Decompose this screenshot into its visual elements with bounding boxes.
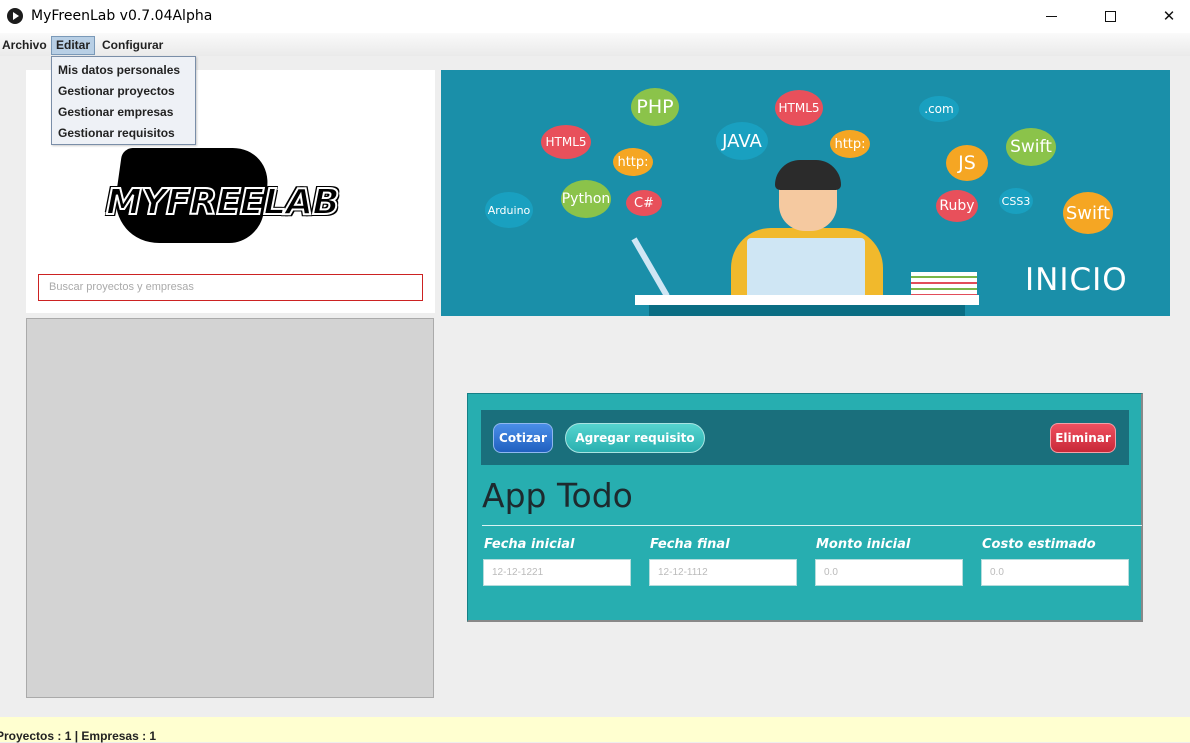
close-button[interactable]: ✕ (1146, 0, 1190, 32)
tag-swift: Swift (1006, 128, 1056, 166)
menu-archivo[interactable]: Archivo (0, 36, 51, 55)
search-input[interactable]: Buscar proyectos y empresas (38, 274, 423, 301)
tag-ruby: Ruby (936, 190, 978, 222)
menu-item-mis-datos[interactable]: Mis datos personales (52, 60, 195, 81)
tag-js: JS (946, 145, 988, 181)
tag-com: .com (919, 96, 959, 122)
tag-swift: Swift (1063, 192, 1113, 234)
minimize-icon (1045, 15, 1057, 17)
maximize-button[interactable] (1087, 0, 1133, 32)
tag-csharp: C# (626, 190, 662, 216)
menu-configurar[interactable]: Configurar (98, 36, 167, 55)
status-bar: Proyectos : 1 | Empresas : 1 (0, 717, 1190, 743)
fecha-inicial-label: Fecha inicial (484, 537, 575, 552)
tag-html5: HTML5 (541, 125, 591, 159)
menu-editar[interactable]: Editar (51, 36, 96, 55)
app-logo-icon (7, 8, 23, 24)
menu-item-gestionar-requisitos[interactable]: Gestionar requisitos (52, 123, 195, 144)
editar-dropdown-menu: Mis datos personales Gestionar proyectos… (51, 56, 196, 145)
tag-arduino: Arduino (485, 192, 533, 228)
books-illustration (911, 272, 977, 296)
fecha-final-label: Fecha final (650, 537, 730, 552)
minimize-button[interactable] (1028, 0, 1074, 32)
banner-title: INICIO (1025, 262, 1128, 298)
maximize-icon (1104, 10, 1116, 22)
myfreelab-logo: MYFREELAB (105, 181, 341, 224)
tag-http: http: (613, 148, 653, 176)
lamp-illustration (631, 237, 670, 298)
project-card: Cotizar Agregar requisito Eliminar App T… (467, 393, 1143, 622)
desk-front-illustration (649, 305, 965, 316)
tag-html5: HTML5 (775, 90, 823, 126)
close-icon: ✕ (1162, 8, 1176, 25)
tag-php: PHP (631, 88, 679, 126)
desk-illustration (635, 295, 979, 305)
eliminar-button[interactable]: Eliminar (1050, 423, 1116, 453)
fecha-final-field[interactable]: 12-12-1112 (649, 559, 797, 586)
tag-css3: CSS3 (999, 188, 1033, 214)
menu-bar: Archivo Editar Configurar (0, 33, 1190, 56)
monto-inicial-label: Monto inicial (816, 537, 911, 552)
divider (482, 525, 1142, 526)
tag-java: JAVA (716, 122, 768, 160)
title-bar: MyFreenLab v0.7.04Alpha ✕ (0, 0, 1190, 33)
costo-estimado-label: Costo estimado (982, 537, 1096, 552)
person-hair-illustration (775, 160, 841, 190)
cotizar-button[interactable]: Cotizar (493, 423, 553, 453)
status-text: Proyectos : 1 | Empresas : 1 (0, 729, 157, 743)
project-title: App Todo (482, 476, 633, 515)
agregar-requisito-button[interactable]: Agregar requisito (565, 423, 705, 453)
tag-python: Python (561, 180, 611, 218)
inicio-banner: PHP HTML5 JAVA HTML5 http: http: Python … (441, 70, 1170, 316)
menu-item-gestionar-empresas[interactable]: Gestionar empresas (52, 102, 195, 123)
tag-http: http: (830, 130, 870, 158)
window-title: MyFreenLab v0.7.04Alpha (31, 8, 213, 24)
monto-inicial-field[interactable]: 0.0 (815, 559, 963, 586)
project-toolbar: Cotizar Agregar requisito Eliminar (481, 410, 1129, 465)
menu-item-gestionar-proyectos[interactable]: Gestionar proyectos (52, 81, 195, 102)
results-panel[interactable] (26, 318, 434, 698)
fecha-inicial-field[interactable]: 12-12-1221 (483, 559, 631, 586)
costo-estimado-field[interactable]: 0.0 (981, 559, 1129, 586)
